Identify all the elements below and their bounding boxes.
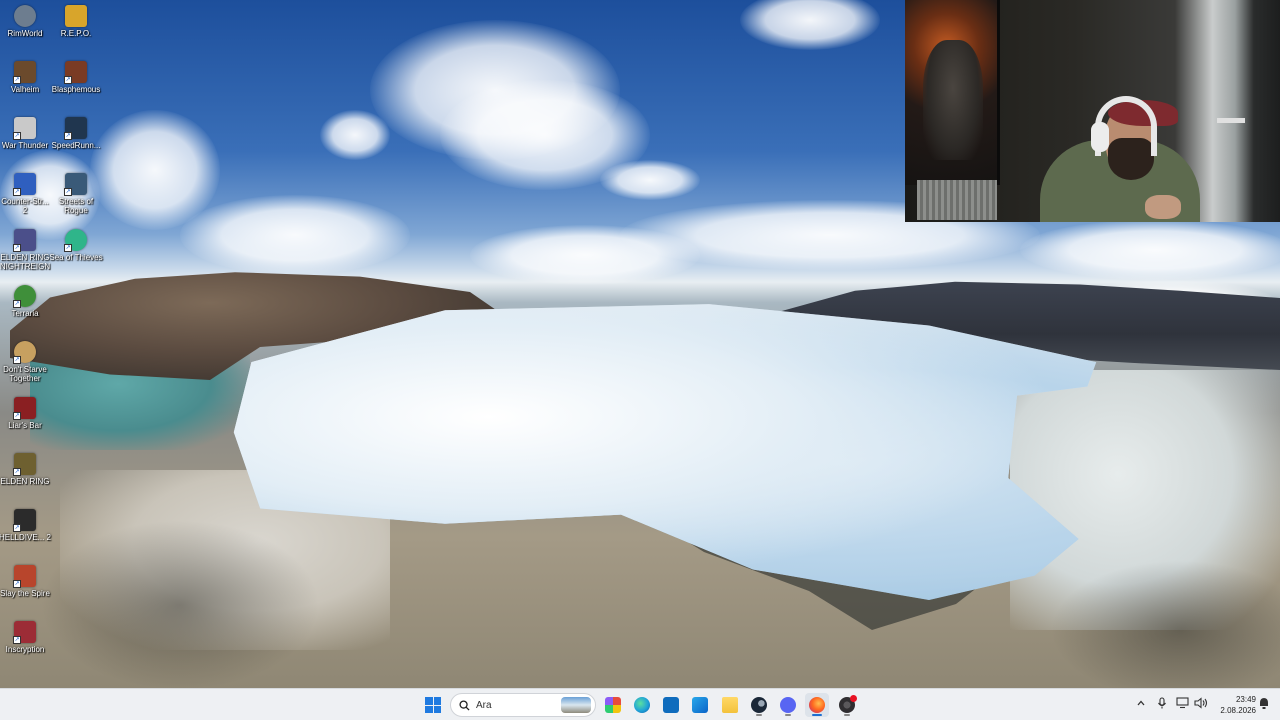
desktop-icon-helldivers[interactable]: ↗ HELLDIVE... 2 <box>0 509 52 542</box>
desktop-icon-blasphemous[interactable]: ↗ Blasphemous <box>51 61 101 94</box>
wall-poster <box>905 0 1000 185</box>
desktop-icon-label: ELDEN RING <box>0 477 50 486</box>
desktop-icon-repo[interactable]: R.E.P.O. <box>51 5 101 38</box>
desktop-icon-elden-ring[interactable]: ↗ ELDEN RING <box>0 453 50 486</box>
valheim-icon: ↗ <box>13 61 36 84</box>
desktop-icon-label: Sea of Thieves <box>49 253 103 262</box>
desktop-icon-slay-the-spire[interactable]: ↗ Slay the Spire <box>0 565 50 598</box>
tray-overflow-chevron-icon[interactable] <box>1136 697 1146 713</box>
network-icon[interactable] <box>1176 697 1190 714</box>
color-app-icon <box>605 697 621 713</box>
desktop-icon-label: Streets of Rogue <box>58 197 94 215</box>
desktop-icon-streets-of-rogue[interactable]: ↗ Streets of Rogue <box>51 173 101 215</box>
desktop-icon-label: Blasphemous <box>51 85 101 94</box>
desktop-icon-label: ELDEN RING NIGHTREIGN <box>0 253 51 271</box>
counter-strike-icon: ↗ <box>13 173 36 196</box>
desktop-icon-rimworld[interactable]: RimWorld <box>0 5 50 38</box>
desktop-icon-counter-strike[interactable]: ↗ Counter-Str... 2 <box>0 173 50 215</box>
elden-ring-icon: ↗ <box>13 453 36 476</box>
war-thunder-icon: ↗ <box>13 117 36 140</box>
desktop-icon-label: Counter-Str... 2 <box>1 197 49 215</box>
steam-icon <box>751 697 767 713</box>
desktop-icon-label: R.E.P.O. <box>60 29 92 38</box>
taskbar-app-obs[interactable] <box>835 693 859 717</box>
taskbar-app-edge[interactable] <box>630 693 654 717</box>
liars-bar-icon: ↗ <box>13 397 36 420</box>
webcam-overlay <box>905 0 1280 222</box>
elden-ring-nightreign-icon: ↗ <box>13 229 36 252</box>
rimworld-icon <box>14 5 36 27</box>
search-highlight-image <box>561 697 591 713</box>
taskbar-search[interactable]: Ara <box>450 693 596 717</box>
volume-icon[interactable] <box>1194 697 1208 714</box>
blasphemous-icon: ↗ <box>64 61 87 84</box>
desktop-icon-label: Valheim <box>10 85 40 94</box>
sea-of-thieves-icon: ↗ <box>64 229 87 252</box>
windows-logo-icon <box>425 697 441 713</box>
desktop-icon-label: SpeedRunn... <box>51 141 101 150</box>
desktop-icon-label: HELLDIVE... 2 <box>0 533 52 542</box>
desktop-icon-terraria[interactable]: ↗ Terraria <box>0 285 50 318</box>
speedrunners-icon: ↗ <box>64 117 87 140</box>
desktop-icon-valheim[interactable]: ↗ Valheim <box>0 61 50 94</box>
taskbar-app-discord[interactable] <box>776 693 800 717</box>
firefox-icon <box>809 697 825 713</box>
slay-the-spire-icon: ↗ <box>13 565 36 588</box>
desktop-icon-label: Terraria <box>11 309 39 318</box>
start-button[interactable] <box>421 693 445 717</box>
desktop-icon-dont-starve-together[interactable]: ↗ Don't Starve Together <box>0 341 50 383</box>
folder-icon <box>722 697 738 713</box>
desktop-icon-label: Liar's Bar <box>8 421 42 430</box>
helldivers-icon: ↗ <box>13 509 36 532</box>
notification-bell-icon[interactable] <box>1258 697 1270 715</box>
taskbar: Ara 23:49 2.08.2026 <box>0 688 1280 720</box>
repo-icon <box>65 5 87 27</box>
notification-badge <box>850 695 857 702</box>
search-icon <box>459 699 470 711</box>
taskbar-app-firefox[interactable] <box>805 693 829 717</box>
dont-starve-icon: ↗ <box>13 341 36 364</box>
clock-date: 2.08.2026 <box>1220 706 1256 715</box>
desktop-icon-label: RimWorld <box>7 29 43 38</box>
search-placeholder: Ara <box>476 699 492 711</box>
radiator <box>917 180 997 220</box>
door-handle <box>1217 118 1245 123</box>
desktop-icon-liars-bar[interactable]: ↗ Liar's Bar <box>0 397 50 430</box>
discord-icon <box>780 697 796 713</box>
desktop-icon-elden-ring-nightreign[interactable]: ↗ ELDEN RING NIGHTREIGN <box>0 229 50 271</box>
streets-of-rogue-icon: ↗ <box>64 173 87 196</box>
taskbar-app-explorer[interactable] <box>718 693 742 717</box>
outlook-icon <box>692 697 708 713</box>
taskbar-app-store[interactable] <box>659 693 683 717</box>
desktop-icon-label: Don't Starve Together <box>3 365 47 383</box>
taskbar-app-steam[interactable] <box>747 693 771 717</box>
desktop-icon-label: Inscryption <box>5 645 45 654</box>
desktop-icon-war-thunder[interactable]: ↗ War Thunder <box>0 117 50 150</box>
taskbar-clock[interactable]: 23:49 2.08.2026 <box>1208 694 1256 716</box>
microphone-icon[interactable] <box>1157 697 1167 714</box>
desktop-icon-inscryption[interactable]: ↗ Inscryption <box>0 621 50 654</box>
desktop-icon-label: Slay the Spire <box>0 589 50 598</box>
clock-time: 23:49 <box>1235 695 1256 704</box>
store-icon <box>663 697 679 713</box>
streamer-hand <box>1145 195 1181 219</box>
desktop-icon-sea-of-thieves[interactable]: ↗ Sea of Thieves <box>49 229 103 262</box>
terraria-icon: ↗ <box>13 285 36 308</box>
taskbar-app-widgets[interactable] <box>601 693 625 717</box>
desktop-icon-label: War Thunder <box>1 141 49 150</box>
desktop-icon-speedrunners[interactable]: ↗ SpeedRunn... <box>51 117 101 150</box>
inscryption-icon: ↗ <box>13 621 36 644</box>
edge-icon <box>634 697 650 713</box>
taskbar-app-outlook[interactable] <box>688 693 712 717</box>
